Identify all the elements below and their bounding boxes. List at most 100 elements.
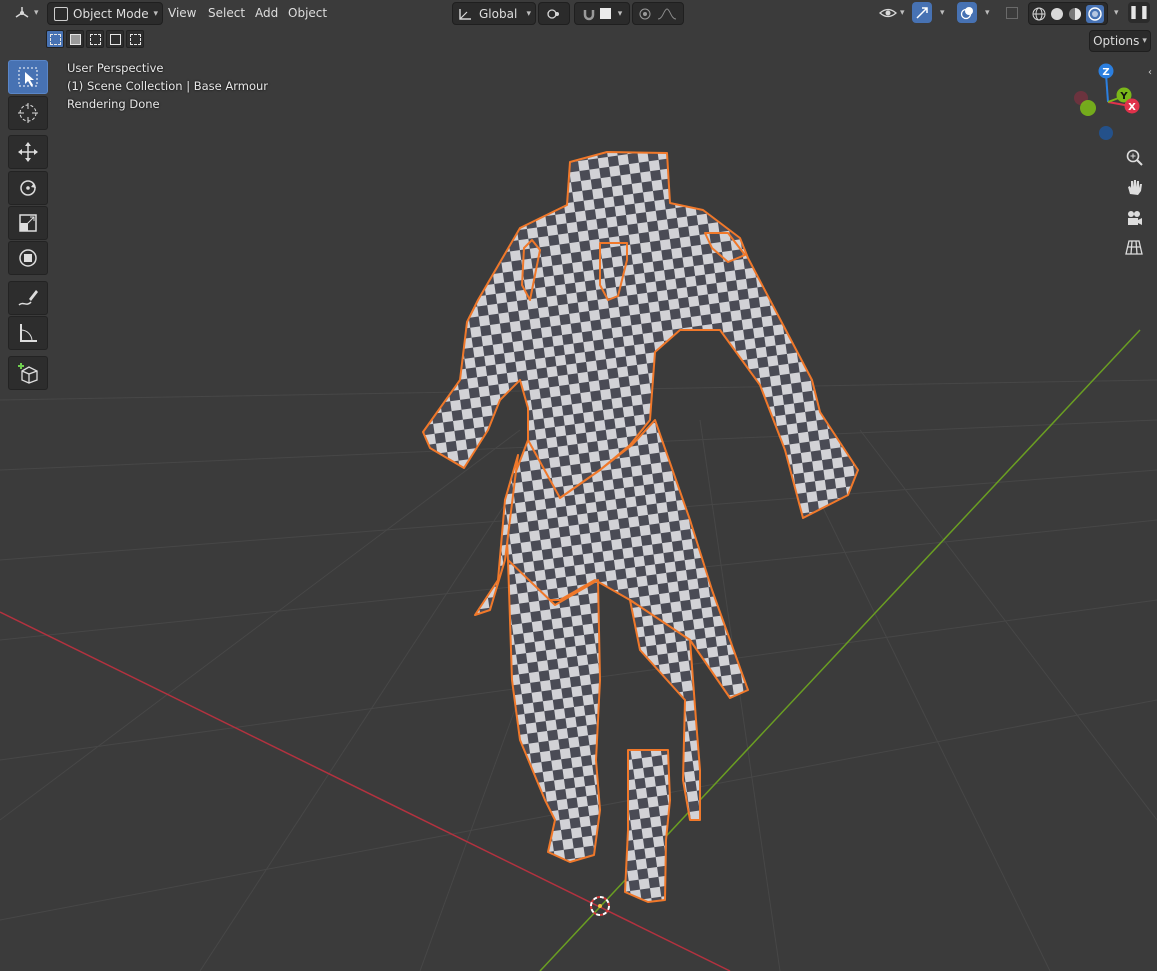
neg-z-handle[interactable] [1099, 126, 1113, 140]
editor-type-button[interactable]: ▾ [8, 2, 44, 23]
overlays-dropdown[interactable]: ▾ [977, 2, 995, 23]
pivot-point-dropdown[interactable] [538, 2, 570, 25]
select-extend-icon [69, 33, 81, 45]
rendered-shading-button[interactable] [1086, 4, 1104, 23]
material-shading-icon [1069, 7, 1081, 20]
select-subtract-button[interactable] [86, 30, 104, 48]
wireframe-shading-icon [1032, 7, 1046, 20]
z-axis-label: Z [1102, 67, 1109, 78]
pause-render-button[interactable]: ❚❚ [1128, 2, 1150, 23]
proportional-editing[interactable] [632, 2, 684, 25]
visibility-dropdown[interactable]: ▾ [874, 2, 910, 23]
select-extend-button[interactable] [66, 30, 84, 48]
menu-select[interactable]: Select [203, 2, 250, 23]
move-tool[interactable] [8, 135, 48, 169]
view-name-label: User Perspective [67, 61, 164, 75]
camera-icon [1128, 211, 1142, 225]
zoom-button[interactable] [1122, 145, 1146, 169]
add-cube-icon [18, 363, 38, 384]
camera-view-button[interactable] [1122, 206, 1146, 230]
rotate-icon [20, 180, 36, 196]
object-mode-icon [54, 6, 68, 21]
select-intersect-icon [129, 33, 141, 45]
chevron-down-icon: ▾ [985, 7, 990, 18]
annotate-pen-icon [18, 290, 38, 306]
pivot-icon [547, 8, 559, 19]
measure-ruler-icon [20, 324, 37, 342]
chevron-down-icon: ▾ [617, 8, 623, 19]
chevron-down-icon: ▾ [1114, 7, 1119, 18]
shading-dropdown[interactable]: ▾ [1106, 2, 1124, 23]
3d-viewport[interactable] [0, 0, 1157, 971]
shading-modes[interactable] [1028, 2, 1108, 25]
measure-tool[interactable] [8, 316, 48, 350]
mode-label: Object Mode [73, 6, 149, 21]
sidebar-toggle-arrow-icon[interactable]: ‹ [1148, 67, 1152, 78]
annotate-tool[interactable] [8, 281, 48, 315]
scale-tool[interactable] [8, 206, 48, 240]
viewport-header: ▾ Object Mode ▾ View Select Add Object G… [0, 0, 1157, 26]
zoom-magnifier-icon [1126, 149, 1143, 166]
select-invert-icon [109, 33, 121, 45]
xray-toggle[interactable] [1004, 2, 1020, 23]
rotate-tool[interactable] [8, 171, 48, 205]
gizmo-toggle[interactable] [912, 2, 932, 23]
overlays-toggle[interactable] [957, 2, 977, 23]
orientation-axes-icon [459, 8, 471, 20]
solid-shading-icon [1051, 7, 1063, 20]
grid-perspective-icon [1125, 240, 1143, 255]
3d-cursor[interactable] [590, 896, 610, 916]
y-axis-label: Y [1119, 91, 1128, 102]
pan-button[interactable] [1122, 175, 1146, 199]
selection-mode-buttons [46, 30, 144, 50]
transform-icon [19, 249, 37, 267]
orientation-label: Global [479, 6, 518, 21]
gizmo-arrow-icon [916, 6, 928, 19]
transform-orientation-dropdown[interactable]: Global ▾ [452, 2, 536, 25]
3d-viewport-icon [15, 6, 29, 18]
cursor-select-icon [18, 67, 38, 87]
select-new-button[interactable] [46, 30, 64, 48]
move-arrows-icon [18, 142, 38, 162]
chevron-down-icon: ▾ [526, 8, 531, 19]
options-dropdown[interactable]: Options ▾ [1089, 30, 1151, 52]
options-label: Options [1093, 34, 1140, 48]
viewport-scene [0, 151, 1157, 971]
cursor-tool[interactable] [8, 96, 48, 130]
select-subtract-icon [89, 33, 101, 45]
select-box-tool[interactable] [8, 60, 48, 94]
menu-view[interactable]: View [163, 2, 201, 23]
chevron-down-icon: ▾ [1142, 36, 1147, 46]
base-armour-object[interactable] [422, 151, 859, 903]
select-intersect-button[interactable] [126, 30, 144, 48]
overlays-icon [960, 6, 973, 19]
snap-increment-icon [599, 8, 611, 19]
menu-object[interactable]: Object [283, 2, 332, 23]
gizmo-dropdown[interactable]: ▾ [932, 2, 950, 23]
menu-add[interactable]: Add [250, 2, 283, 23]
snap-magnet-icon [583, 9, 594, 20]
eye-visibility-icon [879, 8, 897, 17]
render-status-label: Rendering Done [67, 97, 160, 111]
chevron-down-icon: ▾ [34, 7, 39, 18]
proportional-edit-icon [639, 8, 651, 19]
falloff-curve-icon [657, 7, 677, 19]
perspective-toggle-button[interactable] [1122, 235, 1146, 259]
pause-icon: ❚❚ [1128, 5, 1150, 20]
transform-tool[interactable] [8, 241, 48, 275]
add-cube-tool[interactable] [8, 356, 48, 390]
x-axis-line [0, 611, 731, 971]
snap-controls[interactable]: ▾ [574, 2, 630, 25]
axis-gizmo[interactable]: Z Y X [1068, 60, 1148, 140]
neg-y-handle[interactable] [1080, 100, 1096, 116]
select-invert-button[interactable] [106, 30, 124, 48]
x-axis-label: X [1128, 102, 1136, 113]
navigation-gizmo[interactable]: Z Y X [1068, 60, 1148, 140]
chevron-down-icon: ▾ [940, 7, 945, 18]
3d-cursor-icon [18, 103, 38, 123]
scale-icon [19, 214, 37, 232]
hand-pan-icon [1128, 180, 1142, 195]
mode-dropdown[interactable]: Object Mode ▾ [47, 2, 163, 25]
collection-object-label: (1) Scene Collection | Base Armour [67, 79, 269, 93]
select-new-icon [49, 33, 61, 45]
